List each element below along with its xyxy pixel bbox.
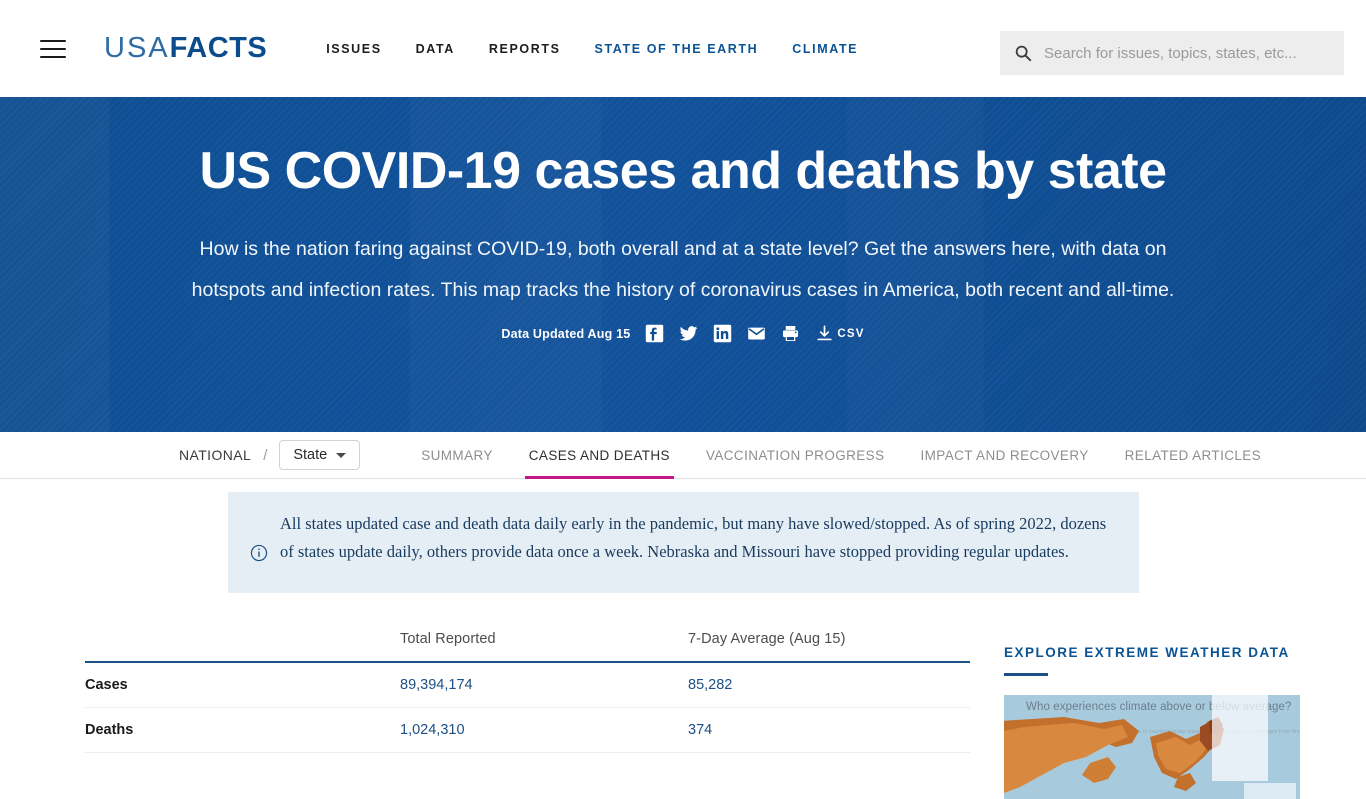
- page-title: US COVID-19 cases and deaths by state: [199, 142, 1168, 200]
- nav-item-reports[interactable]: REPORTS: [472, 42, 578, 56]
- tab-vaccination-progress[interactable]: VACCINATION PROGRESS: [688, 432, 903, 479]
- tab-list: SUMMARY CASES AND DEATHS VACCINATION PRO…: [403, 432, 1279, 479]
- print-icon[interactable]: [781, 324, 800, 343]
- linkedin-icon[interactable]: [713, 324, 732, 343]
- table-row: Deaths 1,024,310 374: [85, 707, 970, 753]
- hero-subtitle: How is the nation faring against COVID-1…: [191, 237, 1175, 301]
- data-updated-label: Data Updated Aug 15: [501, 326, 631, 341]
- scope-selector: NATIONAL / State: [179, 440, 361, 470]
- nav-item-issues[interactable]: ISSUES: [309, 42, 398, 56]
- tab-impact-and-recovery[interactable]: IMPACT AND RECOVERY: [903, 432, 1107, 479]
- tab-summary[interactable]: SUMMARY: [403, 432, 511, 479]
- search-input[interactable]: [1042, 43, 1330, 63]
- logo-facts: FACTS: [169, 32, 268, 64]
- site-header: USA FACTS ISSUES DATA REPORTS STATE OF TH…: [0, 0, 1366, 97]
- table-row: Cases 89,394,174 85,282: [85, 662, 970, 708]
- deaths-seven-day-average: 374: [688, 707, 970, 753]
- hero-banner: US COVID-19 cases and deaths by state Ho…: [0, 97, 1366, 432]
- logo-usa: USA: [104, 32, 170, 64]
- table-header-row: Total Reported 7-Day Average (Aug 15): [85, 631, 970, 662]
- promo-thumbnail[interactable]: Who experiences climate above or below a…: [1004, 695, 1300, 799]
- cases-seven-day-average: 85,282: [688, 662, 970, 708]
- nav-item-data[interactable]: DATA: [399, 42, 472, 56]
- promo-extreme-weather[interactable]: EXPLORE EXTREME WEATHER DATA Who experie…: [1004, 645, 1300, 799]
- tab-related-articles[interactable]: RELATED ARTICLES: [1107, 432, 1279, 479]
- promo-thumbnail-panel-secondary: [1244, 783, 1296, 799]
- facebook-icon[interactable]: [645, 324, 664, 343]
- nav-item-climate[interactable]: CLIMATE: [775, 42, 875, 56]
- hamburger-icon[interactable]: [40, 39, 66, 58]
- row-label-cases: Cases: [85, 662, 400, 708]
- cases-total-reported: 89,394,174: [400, 662, 688, 708]
- nav-item-state-of-the-earth[interactable]: STATE OF THE EARTH: [578, 42, 776, 56]
- tab-cases-and-deaths[interactable]: CASES AND DEATHS: [511, 432, 688, 479]
- state-dropdown-label: State: [293, 447, 328, 463]
- column-header-total-reported: Total Reported: [400, 631, 496, 647]
- download-csv-button[interactable]: CSV: [815, 324, 864, 343]
- info-notice-text: All states updated case and death data d…: [280, 514, 1107, 562]
- chevron-down-icon: [336, 452, 347, 458]
- search-bar[interactable]: [1000, 31, 1344, 75]
- scope-separator: /: [263, 446, 268, 464]
- share-row: Data Updated Aug 15 CSV: [0, 324, 1366, 343]
- column-header-seven-day-average: 7-Day Average (Aug 15): [688, 631, 846, 647]
- info-circle-icon: [250, 544, 268, 562]
- info-notice: All states updated case and death data d…: [228, 492, 1139, 593]
- deaths-total-reported: 1,024,310: [400, 707, 688, 753]
- promo-heading: EXPLORE EXTREME WEATHER DATA: [1004, 645, 1290, 660]
- promo-rule: [1004, 673, 1048, 676]
- download-icon: [817, 326, 833, 341]
- row-label-deaths: Deaths: [85, 707, 400, 753]
- search-icon: [1015, 45, 1032, 62]
- csv-label: CSV: [837, 327, 865, 340]
- email-icon[interactable]: [747, 324, 766, 343]
- usafacts-logo[interactable]: USA FACTS: [104, 34, 267, 63]
- section-tab-bar: NATIONAL / State SUMMARY CASES AND DEATH…: [0, 432, 1366, 479]
- main-navigation: ISSUES DATA REPORTS STATE OF THE EARTH C…: [309, 42, 875, 56]
- summary-table: Total Reported 7-Day Average (Aug 15) Ca…: [85, 631, 970, 753]
- promo-thumbnail-panel: [1212, 695, 1268, 781]
- column-header-blank: [85, 631, 400, 662]
- state-dropdown[interactable]: State: [279, 440, 361, 470]
- twitter-icon[interactable]: [679, 324, 698, 343]
- scope-national-label[interactable]: NATIONAL: [179, 447, 251, 463]
